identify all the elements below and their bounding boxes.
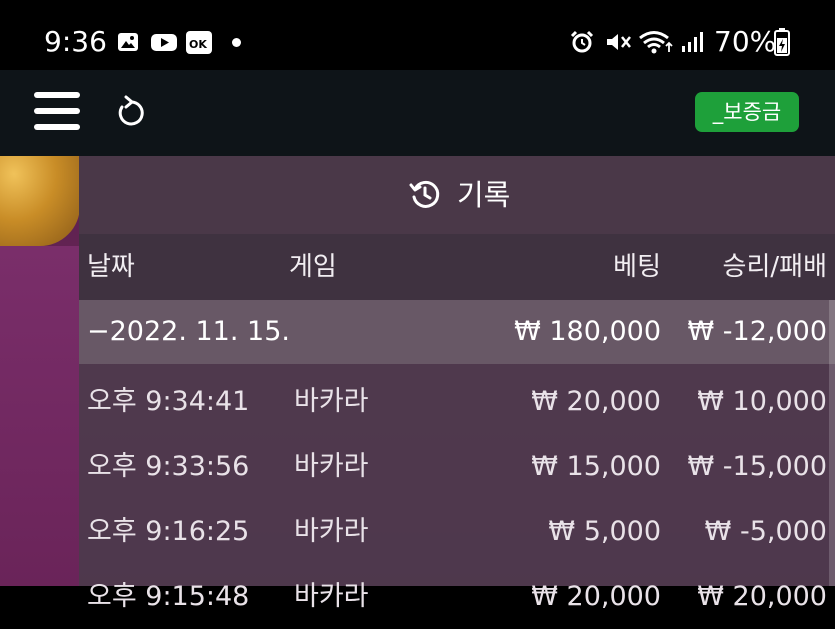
row-game: 바카라 <box>294 451 369 482</box>
table-row[interactable]: 오후 9:15:48 바카라 ₩ 20,000 ₩ 20,000 <box>79 565 835 629</box>
status-time: 9:36 <box>44 25 107 58</box>
wifi-icon <box>639 31 673 54</box>
row-time: 오후 9:16:25 <box>87 516 250 547</box>
table-row[interactable]: 오후 9:33:56 바카라 ₩ 15,000 ₩ -15,000 <box>79 435 835 499</box>
row-bet: ₩ 20,000 <box>531 581 661 612</box>
date-group-date: −2022. 11. 15. <box>87 316 290 347</box>
history-title: 기록 <box>457 178 511 212</box>
row-game: 바카라 <box>294 386 369 417</box>
history-panel: 기록 날짜 게임 베팅 승리/패배 −2022. 11. 15. ₩ 180,0… <box>79 156 835 612</box>
date-group-bet-total: ₩ 180,000 <box>514 316 661 347</box>
row-time: 오후 9:33:56 <box>87 451 250 482</box>
svg-text:OK: OK <box>189 38 207 51</box>
refresh-icon[interactable] <box>113 95 149 131</box>
battery-percent: 70% <box>714 25 777 58</box>
row-result: ₩ -5,000 <box>704 516 827 547</box>
date-group-result-total: ₩ -12,000 <box>687 316 828 347</box>
signal-icon <box>682 32 703 52</box>
status-bar: 9:36 OK 70% <box>0 0 835 70</box>
history-icon <box>409 180 440 208</box>
row-game: 바카라 <box>294 581 369 612</box>
scrollbar[interactable] <box>829 300 835 586</box>
row-time: 오후 9:15:48 <box>87 581 250 612</box>
gallery-icon <box>118 33 138 51</box>
row-game: 바카라 <box>294 516 369 547</box>
ok-icon: OK <box>186 31 212 54</box>
column-header-row: 날짜 게임 베팅 승리/패배 <box>79 234 835 300</box>
app-bar: _보증금 <box>0 70 835 156</box>
deposit-button[interactable]: _보증금 <box>695 92 799 132</box>
battery-icon <box>774 28 790 56</box>
row-bet: ₩ 20,000 <box>531 386 661 417</box>
hamburger-menu-icon[interactable] <box>34 90 80 132</box>
notification-dot <box>232 38 241 47</box>
youtube-icon <box>151 34 177 51</box>
alarm-icon <box>570 30 594 53</box>
row-time: 오후 9:34:41 <box>87 386 250 417</box>
row-bet: ₩ 15,000 <box>531 451 661 482</box>
column-date: 날짜 <box>87 252 135 282</box>
mute-icon <box>607 34 631 50</box>
table-edge-decoration <box>0 246 80 586</box>
row-bet: ₩ 5,000 <box>548 516 661 547</box>
table-row[interactable]: 오후 9:16:25 바카라 ₩ 5,000 ₩ -5,000 <box>79 500 835 564</box>
gold-chip-decoration <box>0 156 80 246</box>
table-row[interactable]: 오후 9:34:41 바카라 ₩ 20,000 ₩ 10,000 <box>79 370 835 434</box>
column-bet: 베팅 <box>613 252 661 282</box>
column-result: 승리/패배 <box>722 252 827 282</box>
row-result: ₩ 20,000 <box>697 581 827 612</box>
column-game: 게임 <box>289 252 337 282</box>
history-header: 기록 <box>79 156 835 234</box>
row-result: ₩ 10,000 <box>697 386 827 417</box>
row-result: ₩ -15,000 <box>687 451 828 482</box>
date-group-row[interactable]: −2022. 11. 15. ₩ 180,000 ₩ -12,000 <box>79 300 835 364</box>
